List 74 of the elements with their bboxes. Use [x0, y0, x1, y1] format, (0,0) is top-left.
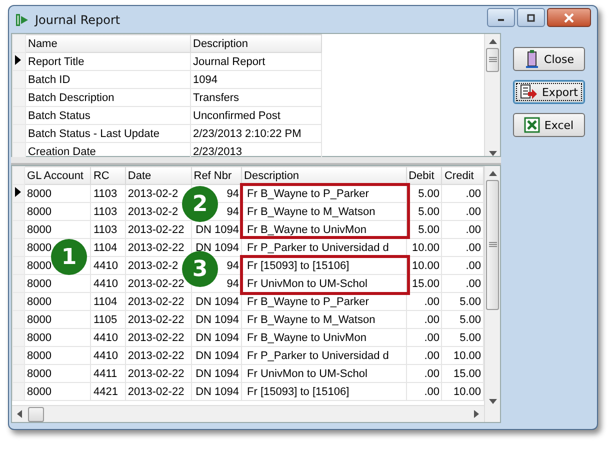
- table-cell: Fr B_Wayne to UnivMon: [242, 328, 406, 346]
- excel-button[interactable]: Excel: [513, 113, 585, 137]
- table-cell: 8000: [24, 310, 91, 328]
- table-cell: .00: [406, 382, 442, 400]
- table-cell: Fr B_Wayne to P_Parker: [242, 184, 406, 202]
- table-cell: 1103: [90, 202, 126, 220]
- step-badge: 1: [51, 239, 87, 275]
- table-cell: Transfers: [190, 88, 322, 106]
- table-cell: 2013-02-22: [125, 220, 192, 238]
- table-cell: Report Title: [26, 52, 190, 70]
- table-cell: 1104: [90, 292, 126, 310]
- table-cell: 1094: [190, 70, 322, 88]
- table-cell: 4410: [90, 328, 126, 346]
- table-cell: .00: [406, 292, 442, 310]
- table-cell: Unconfirmed Post: [190, 106, 322, 124]
- table-cell: 8000: [24, 220, 91, 238]
- table-cell: Fr [15093] to [15106]: [242, 256, 406, 274]
- step-badge: 2: [182, 186, 218, 222]
- column-header[interactable]: Description: [190, 34, 322, 52]
- column-header[interactable]: Description: [242, 166, 406, 184]
- table-cell: 2013-02-22: [125, 364, 192, 382]
- table-cell: 8000: [24, 292, 91, 310]
- table-cell: 8000: [24, 202, 91, 220]
- table-cell: 4410: [90, 256, 126, 274]
- table-cell: Batch Description: [26, 88, 190, 106]
- table-cell: DN 1094: [191, 310, 242, 328]
- table-cell: .00: [406, 364, 442, 382]
- table-cell: Journal Report: [190, 52, 322, 70]
- table-cell: .00: [406, 328, 442, 346]
- table-cell: 2013-02-22: [125, 382, 192, 400]
- table-cell: 2013-02-22: [125, 310, 192, 328]
- table-cell: 8000: [24, 382, 91, 400]
- table-cell: .00: [406, 310, 442, 328]
- table-cell: DN 1094: [191, 382, 242, 400]
- table-cell: 1104: [90, 238, 126, 256]
- table-cell: DN 1094: [191, 328, 242, 346]
- table-cell: DN 1094: [191, 292, 242, 310]
- table-cell: Fr B_Wayne to M_Watson: [242, 202, 406, 220]
- column-header[interactable]: RC: [90, 166, 126, 184]
- close-button[interactable]: Close: [513, 47, 585, 71]
- table-cell: .00: [406, 346, 442, 364]
- table-cell: Fr B_Wayne to P_Parker: [242, 292, 406, 310]
- table-cell: Batch Status - Last Update: [26, 124, 190, 142]
- table-cell: Fr B_Wayne to M_Watson: [242, 310, 406, 328]
- table-cell: Batch Status: [26, 106, 190, 124]
- table-cell: Batch ID: [26, 70, 190, 88]
- table-cell: DN 1094: [191, 364, 242, 382]
- export-button[interactable]: Export: [513, 80, 585, 104]
- table-cell: 4411: [90, 364, 126, 382]
- table-cell: 2/23/2013 2:10:22 PM: [190, 124, 322, 142]
- column-header[interactable]: Date: [125, 166, 192, 184]
- column-header[interactable]: Name: [26, 34, 190, 52]
- table-cell: 8000: [24, 346, 91, 364]
- table-cell: 4410: [90, 346, 126, 364]
- table-cell: 4410: [90, 274, 126, 292]
- table-cell: 1105: [90, 310, 126, 328]
- table-cell: DN 1094: [191, 346, 242, 364]
- table-cell: 2013-02-22: [125, 292, 192, 310]
- table-cell: 4421: [90, 382, 126, 400]
- table-cell: 8000: [24, 364, 91, 382]
- column-header[interactable]: Ref Nbr: [191, 166, 242, 184]
- table-cell: 2013-02-22: [125, 346, 192, 364]
- column-header[interactable]: Debit: [406, 166, 442, 184]
- window-title: Journal Report: [35, 12, 122, 26]
- table-cell: Fr UnivMon to UM-Schol: [242, 364, 406, 382]
- table-cell: 8000: [24, 328, 91, 346]
- table-cell: 8000: [24, 184, 91, 202]
- table-cell: 2013-02-22: [125, 328, 192, 346]
- column-header[interactable]: Credit: [442, 166, 484, 184]
- table-cell: 1103: [90, 220, 126, 238]
- table-cell: Fr P_Parker to Universidad d: [242, 346, 406, 364]
- table-cell: Fr [15093] to [15106]: [242, 382, 406, 400]
- column-header[interactable]: GL Account: [24, 166, 91, 184]
- table-cell: 1103: [90, 184, 126, 202]
